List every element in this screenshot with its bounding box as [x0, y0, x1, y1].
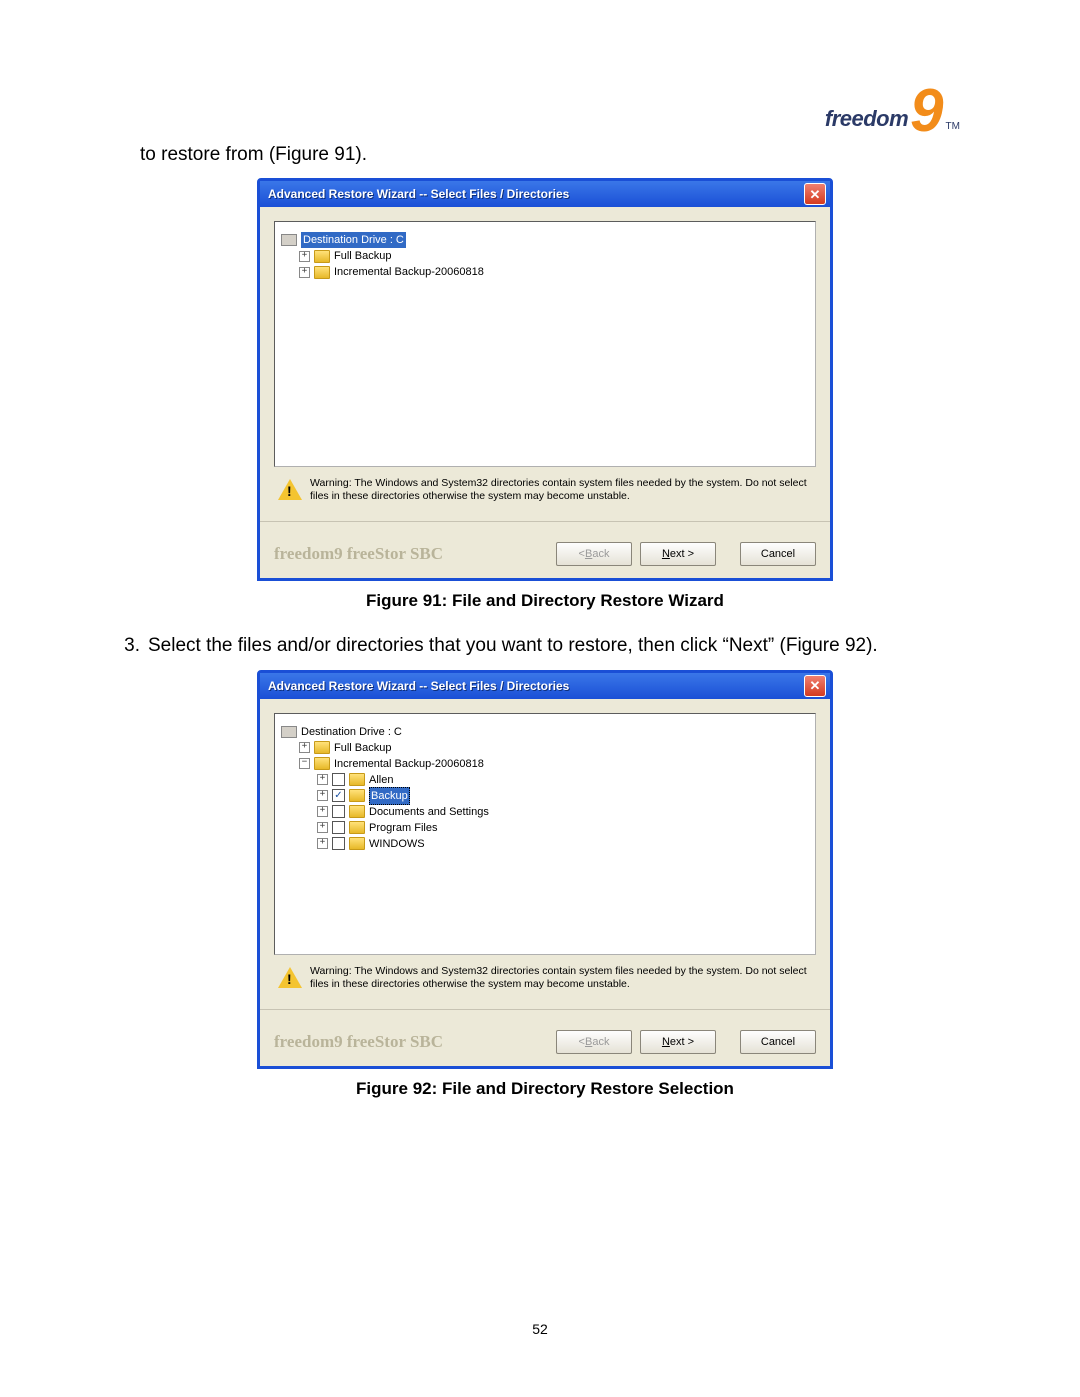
- figure-91-caption: Figure 91: File and Directory Restore Wi…: [130, 591, 960, 611]
- footer-brand: freedom9 freeStor SBC: [274, 544, 548, 564]
- folder-icon: [314, 266, 330, 279]
- tree-item-label: Full Backup: [334, 248, 391, 264]
- page-number: 52: [0, 1321, 1080, 1337]
- tree-item-label: Allen: [369, 772, 393, 788]
- step-text: Select the files and/or directories that…: [148, 631, 878, 661]
- titlebar: Advanced Restore Wizard -- Select Files …: [260, 673, 830, 699]
- step-number: 3.: [108, 631, 140, 661]
- tree-item-label: Full Backup: [334, 740, 391, 756]
- tree-item[interactable]: + Incremental Backup-20060818: [299, 264, 809, 280]
- checkbox[interactable]: [332, 805, 345, 818]
- tree-item-label: Incremental Backup-20060818: [334, 756, 484, 772]
- expand-icon[interactable]: +: [317, 774, 328, 785]
- dialog-title: Advanced Restore Wizard -- Select Files …: [268, 187, 804, 201]
- expand-icon[interactable]: +: [299, 267, 310, 278]
- folder-icon: [349, 837, 365, 850]
- checkbox[interactable]: [332, 821, 345, 834]
- warning-row: Warning: The Windows and System32 direct…: [274, 477, 816, 503]
- tree-item-label: WINDOWS: [369, 836, 425, 852]
- tree-item[interactable]: + Full Backup: [299, 740, 809, 756]
- file-tree[interactable]: Destination Drive : C + Full Backup − In…: [274, 713, 816, 955]
- tree-item[interactable]: + Program Files: [317, 820, 809, 836]
- checkbox-checked[interactable]: ✓: [332, 789, 345, 802]
- step-3: 3. Select the files and/or directories t…: [108, 631, 960, 661]
- checkbox[interactable]: [332, 837, 345, 850]
- warning-row: Warning: The Windows and System32 direct…: [274, 965, 816, 991]
- cancel-button[interactable]: Cancel: [740, 1030, 816, 1054]
- expand-icon[interactable]: +: [299, 251, 310, 262]
- logo-word: freedom: [825, 106, 908, 132]
- logo-nine: 9: [910, 90, 943, 132]
- tree-item[interactable]: + Documents and Settings: [317, 804, 809, 820]
- next-button[interactable]: Next >: [640, 1030, 716, 1054]
- close-button[interactable]: ✕: [804, 675, 826, 697]
- tree-root-label: Destination Drive : C: [301, 724, 402, 740]
- folder-icon: [349, 821, 365, 834]
- next-button[interactable]: Next >: [640, 542, 716, 566]
- file-tree[interactable]: Destination Drive : C + Full Backup + In…: [274, 221, 816, 467]
- footer-brand: freedom9 freeStor SBC: [274, 1032, 548, 1052]
- titlebar: Advanced Restore Wizard -- Select Files …: [260, 181, 830, 207]
- figure-92-caption: Figure 92: File and Directory Restore Se…: [130, 1079, 960, 1099]
- folder-icon: [314, 757, 330, 770]
- tree-root[interactable]: Destination Drive : C: [281, 724, 809, 740]
- tree-item[interactable]: − Incremental Backup-20060818: [299, 756, 809, 772]
- tree-item-label: Documents and Settings: [369, 804, 489, 820]
- expand-icon[interactable]: +: [317, 822, 328, 833]
- close-button[interactable]: ✕: [804, 183, 826, 205]
- back-button: < Back: [556, 542, 632, 566]
- restore-wizard-dialog-92: Advanced Restore Wizard -- Select Files …: [257, 670, 833, 1069]
- folder-icon: [349, 789, 365, 802]
- close-icon: ✕: [810, 188, 821, 201]
- dialog-title: Advanced Restore Wizard -- Select Files …: [268, 679, 804, 693]
- close-icon: ✕: [810, 679, 821, 692]
- logo-tm: TM: [946, 121, 960, 132]
- tree-item[interactable]: + ✓ Backup: [317, 788, 809, 804]
- folder-icon: [349, 773, 365, 786]
- checkbox[interactable]: [332, 773, 345, 786]
- collapse-icon[interactable]: −: [299, 758, 310, 769]
- back-button: < Back: [556, 1030, 632, 1054]
- tree-item[interactable]: + Full Backup: [299, 248, 809, 264]
- folder-icon: [314, 741, 330, 754]
- tree-root-label: Destination Drive : C: [301, 232, 406, 248]
- tree-item-label: Program Files: [369, 820, 437, 836]
- intro-text: to restore from (Figure 91).: [140, 140, 960, 170]
- brand-logo: freedom 9 TM: [825, 68, 960, 132]
- expand-icon[interactable]: +: [299, 742, 310, 753]
- folder-icon: [314, 250, 330, 263]
- expand-icon[interactable]: +: [317, 838, 328, 849]
- tree-item-label: Backup: [369, 787, 410, 805]
- dialog-footer: freedom9 freeStor SBC < Back Next > Canc…: [260, 532, 830, 578]
- drive-icon: [281, 234, 297, 246]
- cancel-button[interactable]: Cancel: [740, 542, 816, 566]
- drive-icon: [281, 726, 297, 738]
- tree-item[interactable]: + Allen: [317, 772, 809, 788]
- warning-text: Warning: The Windows and System32 direct…: [310, 477, 812, 503]
- warning-icon: [278, 967, 300, 989]
- tree-item[interactable]: + WINDOWS: [317, 836, 809, 852]
- restore-wizard-dialog-91: Advanced Restore Wizard -- Select Files …: [257, 178, 833, 581]
- expand-icon[interactable]: +: [317, 790, 328, 801]
- dialog-footer: freedom9 freeStor SBC < Back Next > Canc…: [260, 1020, 830, 1066]
- tree-root[interactable]: Destination Drive : C: [281, 232, 809, 248]
- warning-icon: [278, 479, 300, 501]
- expand-icon[interactable]: +: [317, 806, 328, 817]
- folder-icon: [349, 805, 365, 818]
- warning-text: Warning: The Windows and System32 direct…: [310, 965, 812, 991]
- tree-item-label: Incremental Backup-20060818: [334, 264, 484, 280]
